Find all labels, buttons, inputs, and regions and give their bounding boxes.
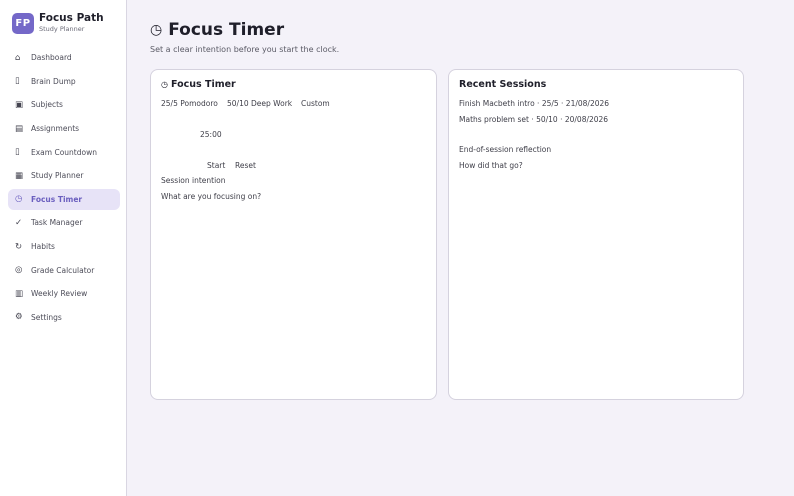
check-icon: ✓ xyxy=(15,217,23,228)
sidebar-item-weekly-review[interactable]: ▥ Weekly Review xyxy=(8,283,120,305)
sidebar-item-exam-countdown[interactable]: ▯ Exam Countdown xyxy=(8,141,120,163)
sidebar-item-label: Grade Calculator xyxy=(31,265,95,275)
brand-name: Focus Path xyxy=(39,12,104,24)
recent-sessions-card: Recent Sessions Finish Macbeth intro · 2… xyxy=(448,69,744,400)
hourglass-icon: ▯ xyxy=(15,147,20,158)
sidebar-item-label: Assignments xyxy=(31,124,80,134)
reflection-input[interactable]: How did that go? xyxy=(459,161,523,170)
recent-sessions-title: Recent Sessions xyxy=(459,79,547,90)
sidebar-item-subjects[interactable]: ▣ Subjects xyxy=(8,94,120,116)
sidebar-item-label: Dashboard xyxy=(31,53,72,63)
start-button[interactable]: Start xyxy=(207,161,225,170)
mode-pomodoro-button[interactable]: 25/5 Pomodoro xyxy=(161,99,218,108)
sidebar-item-dashboard[interactable]: ⌂ Dashboard xyxy=(8,47,120,69)
book-icon: ▣ xyxy=(15,99,24,110)
mode-custom-button[interactable]: Custom xyxy=(301,99,330,108)
page-subtitle: Set a clear intention before you start t… xyxy=(150,45,340,54)
reflection-label: End-of-session reflection xyxy=(459,145,552,154)
sidebar-item-label: Study Planner xyxy=(31,171,84,181)
sidebar-item-brain-dump[interactable]: ▯ Brain Dump xyxy=(8,71,120,93)
target-icon: ◎ xyxy=(15,265,23,276)
intention-input[interactable]: What are you focusing on? xyxy=(161,192,261,201)
session-item: Maths problem set · 50/10 · 20/08/2026 xyxy=(459,115,609,124)
intention-label: Session intention xyxy=(161,176,226,185)
session-item: Finish Macbeth intro · 25/5 · 21/08/2026 xyxy=(459,99,610,108)
clock-icon: ◷ xyxy=(15,194,23,205)
sidebar-item-label: Exam Countdown xyxy=(31,147,97,157)
sidebar-item-focus-timer[interactable]: ◷ Focus Timer xyxy=(8,188,120,211)
home-icon: ⌂ xyxy=(15,52,21,63)
sidebar-item-label: Brain Dump xyxy=(31,76,76,86)
sidebar-item-task-manager[interactable]: ✓ Task Manager xyxy=(8,212,120,234)
sidebar-item-label: Habits xyxy=(31,242,55,252)
sidebar-item-study-planner[interactable]: ▦ Study Planner xyxy=(8,165,120,187)
mode-deep-work-button[interactable]: 50/10 Deep Work xyxy=(227,99,292,108)
sidebar-item-label: Weekly Review xyxy=(31,289,88,299)
timer-display: 25:00 xyxy=(200,130,222,139)
sidebar-item-habits[interactable]: ↻ Habits xyxy=(8,236,120,258)
gear-icon: ⚙ xyxy=(15,312,23,323)
sidebar-item-grade-calculator[interactable]: ◎ Grade Calculator xyxy=(8,259,120,281)
calendar-icon: ▦ xyxy=(15,170,24,181)
sidebar-item-label: Task Manager xyxy=(31,218,83,228)
focus-timer-card: ◷ Focus Timer 25/5 Pomodoro 50/10 Deep W… xyxy=(150,69,437,400)
note-icon: ▯ xyxy=(15,76,20,87)
sidebar-item-label: Focus Timer xyxy=(31,194,83,204)
sidebar-item-label: Subjects xyxy=(31,100,63,110)
focus-timer-card-title: Focus Timer xyxy=(170,79,236,90)
sidebar-nav: ⌂ Dashboard ▯ Brain Dump ▣ Subjects ▤ Assignmen… xyxy=(8,47,120,330)
sidebar: FP Focus Path Study Planner ⌂ Dashboard ▯ B… xyxy=(0,0,127,496)
repeat-icon: ↻ xyxy=(15,241,23,252)
sidebar-item-settings[interactable]: ⚙ Settings xyxy=(8,307,120,329)
list-icon: ▤ xyxy=(15,123,24,134)
page-title: Focus Timer xyxy=(168,20,285,40)
brand-logo: FP xyxy=(12,12,34,34)
brand[interactable]: FP Focus Path Study Planner xyxy=(12,12,104,34)
brand-subtitle: Study Planner xyxy=(39,25,85,33)
clock-icon: ◷ xyxy=(150,22,163,38)
sidebar-item-label: Settings xyxy=(31,312,62,322)
chart-icon: ▥ xyxy=(15,288,24,299)
page-header: ◷ Focus Timer Set a clear intention befo… xyxy=(150,20,339,54)
reset-button[interactable]: Reset xyxy=(235,161,256,170)
sidebar-item-assignments[interactable]: ▤ Assignments xyxy=(8,118,120,140)
clock-icon: ◷ xyxy=(161,80,168,89)
